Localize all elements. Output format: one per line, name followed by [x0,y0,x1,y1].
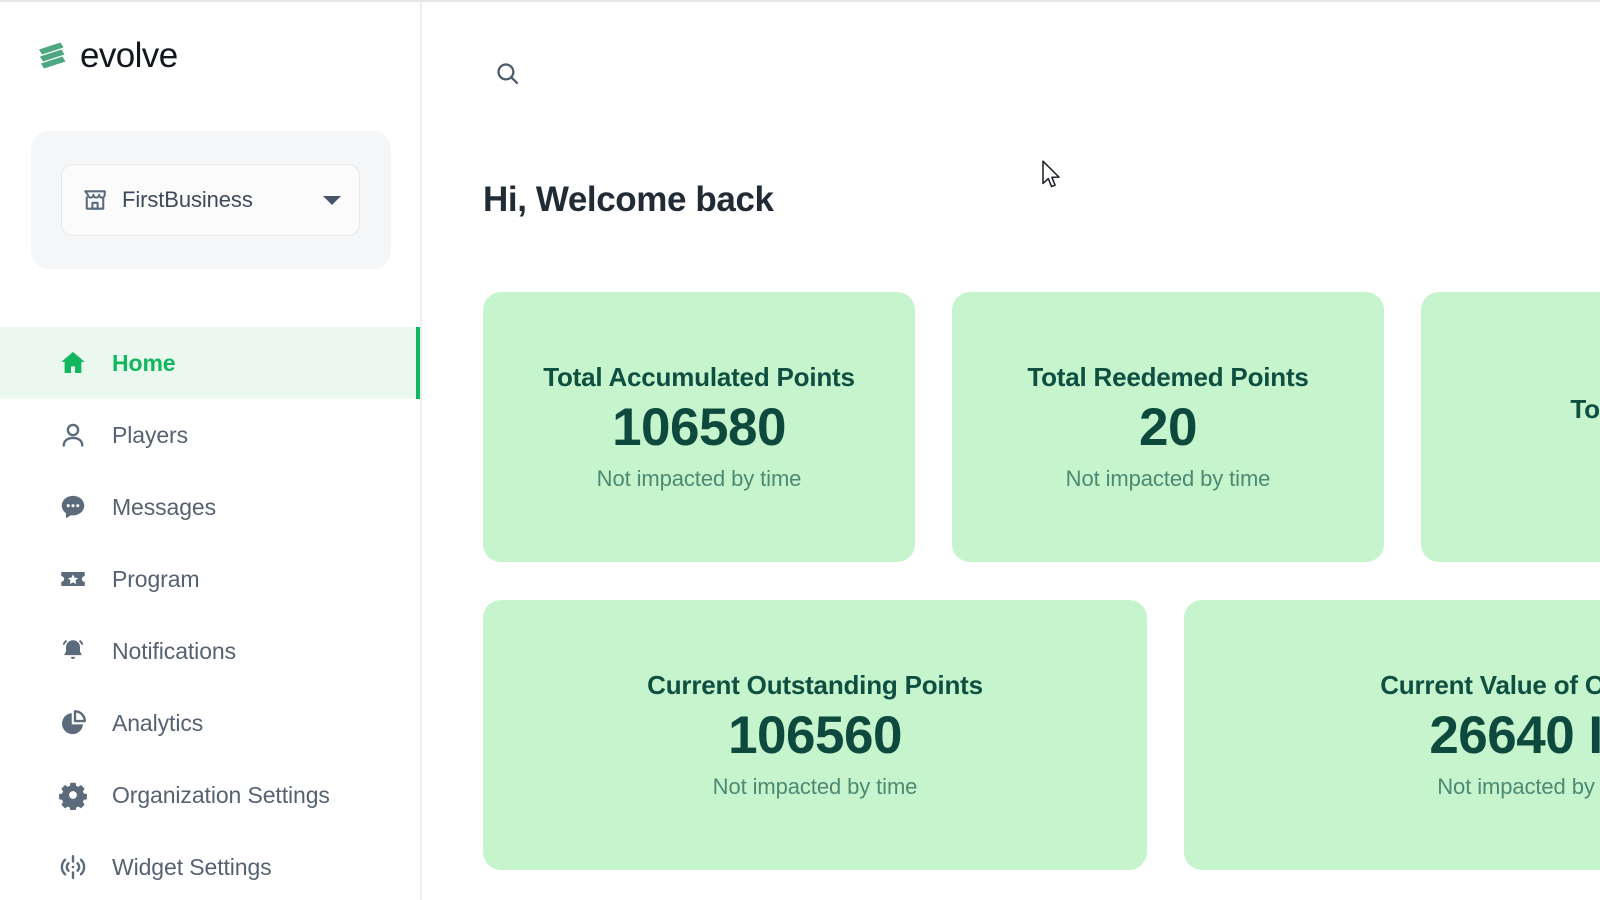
search-icon [494,60,521,87]
app-root: evolve FirstBusiness Home [0,0,1600,900]
sidebar-item-label: Messages [112,494,216,521]
broadcast-icon [58,852,88,882]
sidebar-item-organization-settings[interactable]: Organization Settings [0,759,422,831]
sidebar-nav: Home Players Messages [0,327,422,900]
stat-card-title: Total Accumulated Points [543,362,855,393]
sidebar-item-label: Notifications [112,638,236,665]
stat-card[interactable]: Current Value of Outst 26640 I Not impac… [1184,600,1600,870]
gear-icon [58,780,88,810]
brand-name: evolve [80,38,178,73]
sidebar-item-notifications[interactable]: Notifications [0,615,422,687]
storefront-icon [82,187,108,213]
stat-card[interactable]: Total Accumulated Points 106580 Not impa… [483,292,915,562]
sidebar-item-label: Players [112,422,188,449]
stat-card-note: Not impacted by time [597,466,802,492]
sidebar-item-home[interactable]: Home [0,327,422,399]
chevron-down-icon[interactable] [323,196,341,205]
pie-chart-icon [58,708,88,738]
brand-logo[interactable]: evolve [36,38,178,73]
stat-card-note: Not impacted by time [1066,466,1271,492]
stat-card[interactable]: Total Value Not [1421,292,1600,562]
sidebar-item-label: Home [112,350,176,377]
stat-card-title: Current Outstanding Points [647,670,983,701]
home-icon [58,348,88,378]
stat-card-title: Total Value [1570,394,1600,425]
stat-card-note: Not impacted by time [713,774,918,800]
stat-card-note: Not impacted by [1437,774,1594,800]
stat-card-value: 26640 I [1429,705,1600,768]
stat-card-title: Total Reedemed Points [1027,362,1308,393]
stat-card-row-1: Total Accumulated Points 106580 Not impa… [483,292,1600,562]
stat-cards: Total Accumulated Points 106580 Not impa… [483,292,1600,870]
org-selector-container: FirstBusiness [31,131,391,269]
stat-card-value: 20 [1139,397,1197,460]
organization-name: FirstBusiness [122,187,309,213]
user-icon [58,420,88,450]
chat-bubble-icon [58,492,88,522]
stat-card-value: 106560 [728,705,902,768]
ticket-star-icon [58,564,88,594]
main-content: Hi, Welcome back Total Accumulated Point… [424,2,1600,900]
sidebar-item-analytics[interactable]: Analytics [0,687,422,759]
sidebar: evolve FirstBusiness Home [0,2,422,900]
sidebar-item-widget-settings[interactable]: Widget Settings [0,831,422,900]
search-button[interactable] [484,50,530,96]
sidebar-item-label: Widget Settings [112,854,272,881]
sidebar-item-label: Program [112,566,200,593]
sidebar-item-label: Analytics [112,710,203,737]
evolve-logo-icon [36,39,70,73]
sidebar-item-players[interactable]: Players [0,399,422,471]
organization-selector[interactable]: FirstBusiness [61,164,360,236]
stat-card[interactable]: Total Reedemed Points 20 Not impacted by… [952,292,1384,562]
sidebar-item-label: Organization Settings [112,782,330,809]
stat-card-title: Current Value of Outst [1380,670,1600,701]
page-title: Hi, Welcome back [483,180,774,220]
stat-card-row-2: Current Outstanding Points 106560 Not im… [483,600,1600,870]
stat-card-value: 106580 [612,397,786,460]
sidebar-item-messages[interactable]: Messages [0,471,422,543]
sidebar-item-program[interactable]: Program [0,543,422,615]
stat-card[interactable]: Current Outstanding Points 106560 Not im… [483,600,1147,870]
bell-icon [58,636,88,666]
